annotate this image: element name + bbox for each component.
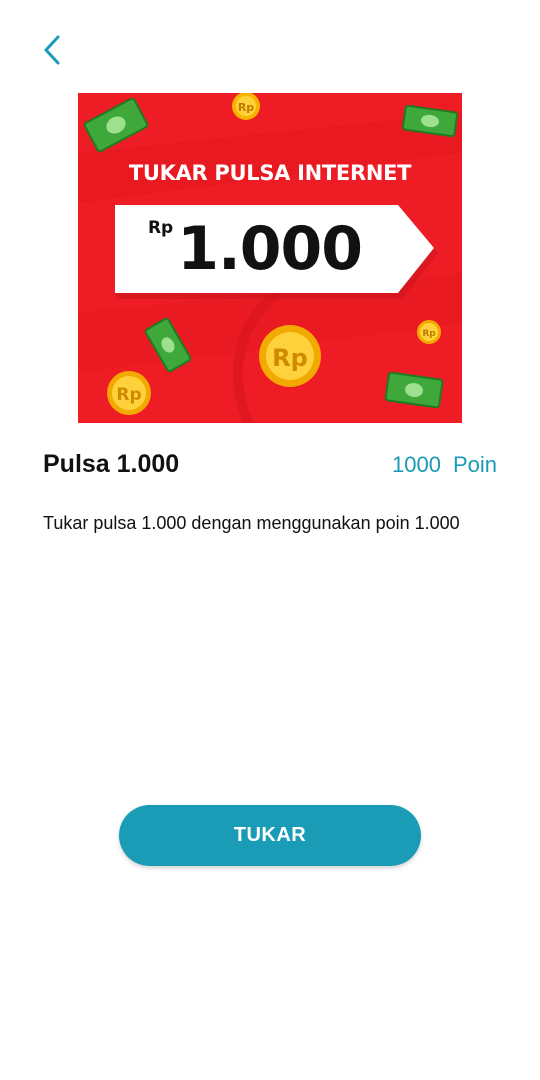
points-value: 1000 [392, 452, 441, 477]
points-cost: 1000 Poin [392, 452, 497, 478]
banner-currency: Rp [147, 218, 174, 238]
promo-banner: Rp Rp Rp Rp TUKAR PULSA INTERNET Rp 1.00… [78, 93, 462, 423]
svg-text:Rp: Rp [238, 101, 254, 114]
svg-text:Rp: Rp [116, 385, 141, 405]
banner-amount-label: Rp 1.000 [115, 205, 395, 293]
svg-text:Rp: Rp [422, 329, 436, 339]
banner-amount: 1.000 [177, 214, 363, 284]
product-title: Pulsa 1.000 [43, 450, 180, 478]
chevron-left-icon [44, 35, 60, 65]
points-unit: Poin [452, 452, 497, 477]
redeem-button[interactable]: TUKAR [119, 805, 421, 866]
product-description: Tukar pulsa 1.000 dengan menggunakan poi… [43, 513, 460, 533]
svg-text:Rp: Rp [272, 344, 308, 372]
back-button[interactable] [30, 28, 74, 72]
banner-heading: TUKAR PULSA INTERNET [128, 161, 412, 185]
